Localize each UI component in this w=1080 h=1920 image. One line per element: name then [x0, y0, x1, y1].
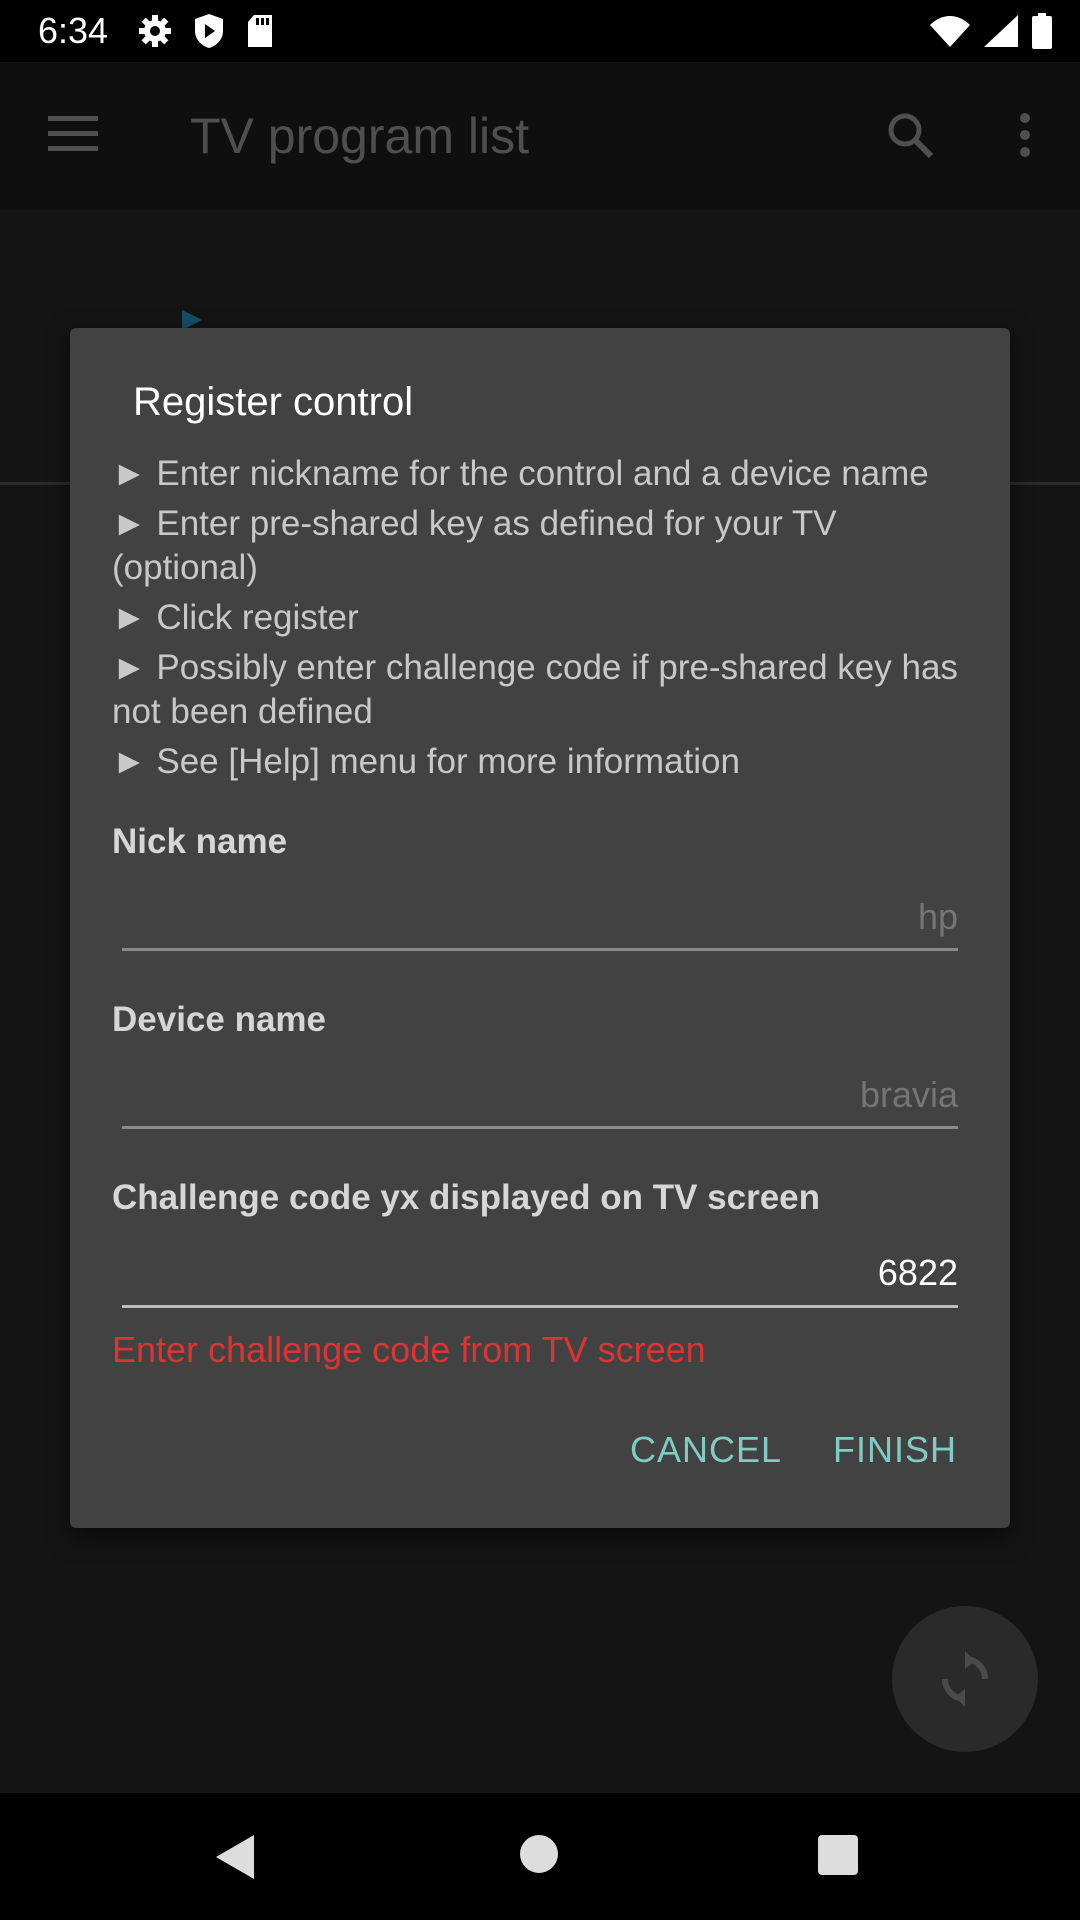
- instruction-line: ► See [Help] menu for more information: [112, 742, 740, 781]
- dialog-title: Register control: [133, 380, 414, 424]
- instruction-line: ► Click register: [112, 598, 359, 637]
- sync-fab-button[interactable]: [892, 1606, 1038, 1752]
- register-control-dialog: Register control ► Enter nickname for th…: [70, 328, 1010, 1528]
- home-icon[interactable]: [520, 1835, 558, 1873]
- finish-button[interactable]: FINISH: [833, 1428, 957, 1472]
- status-bar: 6:34: [0, 0, 1080, 62]
- gear-icon: [139, 15, 171, 47]
- challenge-code-input[interactable]: [122, 1238, 958, 1308]
- status-icons-left: [138, 12, 274, 50]
- signal-icon: [984, 15, 1018, 47]
- battery-icon: [1032, 13, 1052, 49]
- sync-icon: [942, 1651, 988, 1707]
- back-icon[interactable]: [214, 1833, 258, 1881]
- challenge-code-underline: [122, 1305, 958, 1308]
- nick-name-label: Nick name: [112, 822, 288, 861]
- instruction-line: ► Enter pre-shared key as defined for yo…: [112, 504, 837, 587]
- status-icons-right: [930, 12, 1052, 50]
- recents-icon[interactable]: [818, 1835, 858, 1875]
- nick-name-underline: [122, 948, 958, 951]
- device-name-label: Device name: [112, 1000, 327, 1039]
- challenge-code-label: Challenge code yx displayed on TV screen: [112, 1178, 821, 1217]
- sd-card-icon: [248, 15, 272, 47]
- screen: TV program list 6:34 Register control ► …: [0, 0, 1080, 1920]
- device-name-underline: [122, 1126, 958, 1129]
- wifi-icon: [930, 16, 970, 47]
- status-time: 6:34: [38, 10, 109, 51]
- navigation-bar: [0, 1793, 1080, 1920]
- nick-name-input[interactable]: [122, 882, 958, 952]
- cancel-button[interactable]: CANCEL: [630, 1428, 782, 1472]
- instruction-line: ► Possibly enter challenge code if pre-s…: [112, 648, 958, 731]
- instruction-line: ► Enter nickname for the control and a d…: [112, 454, 929, 493]
- device-name-input[interactable]: [122, 1060, 958, 1130]
- error-message: Enter challenge code from TV screen: [112, 1329, 706, 1370]
- shield-play-icon: [195, 14, 223, 48]
- instructions: ► Enter nickname for the control and a d…: [112, 452, 982, 790]
